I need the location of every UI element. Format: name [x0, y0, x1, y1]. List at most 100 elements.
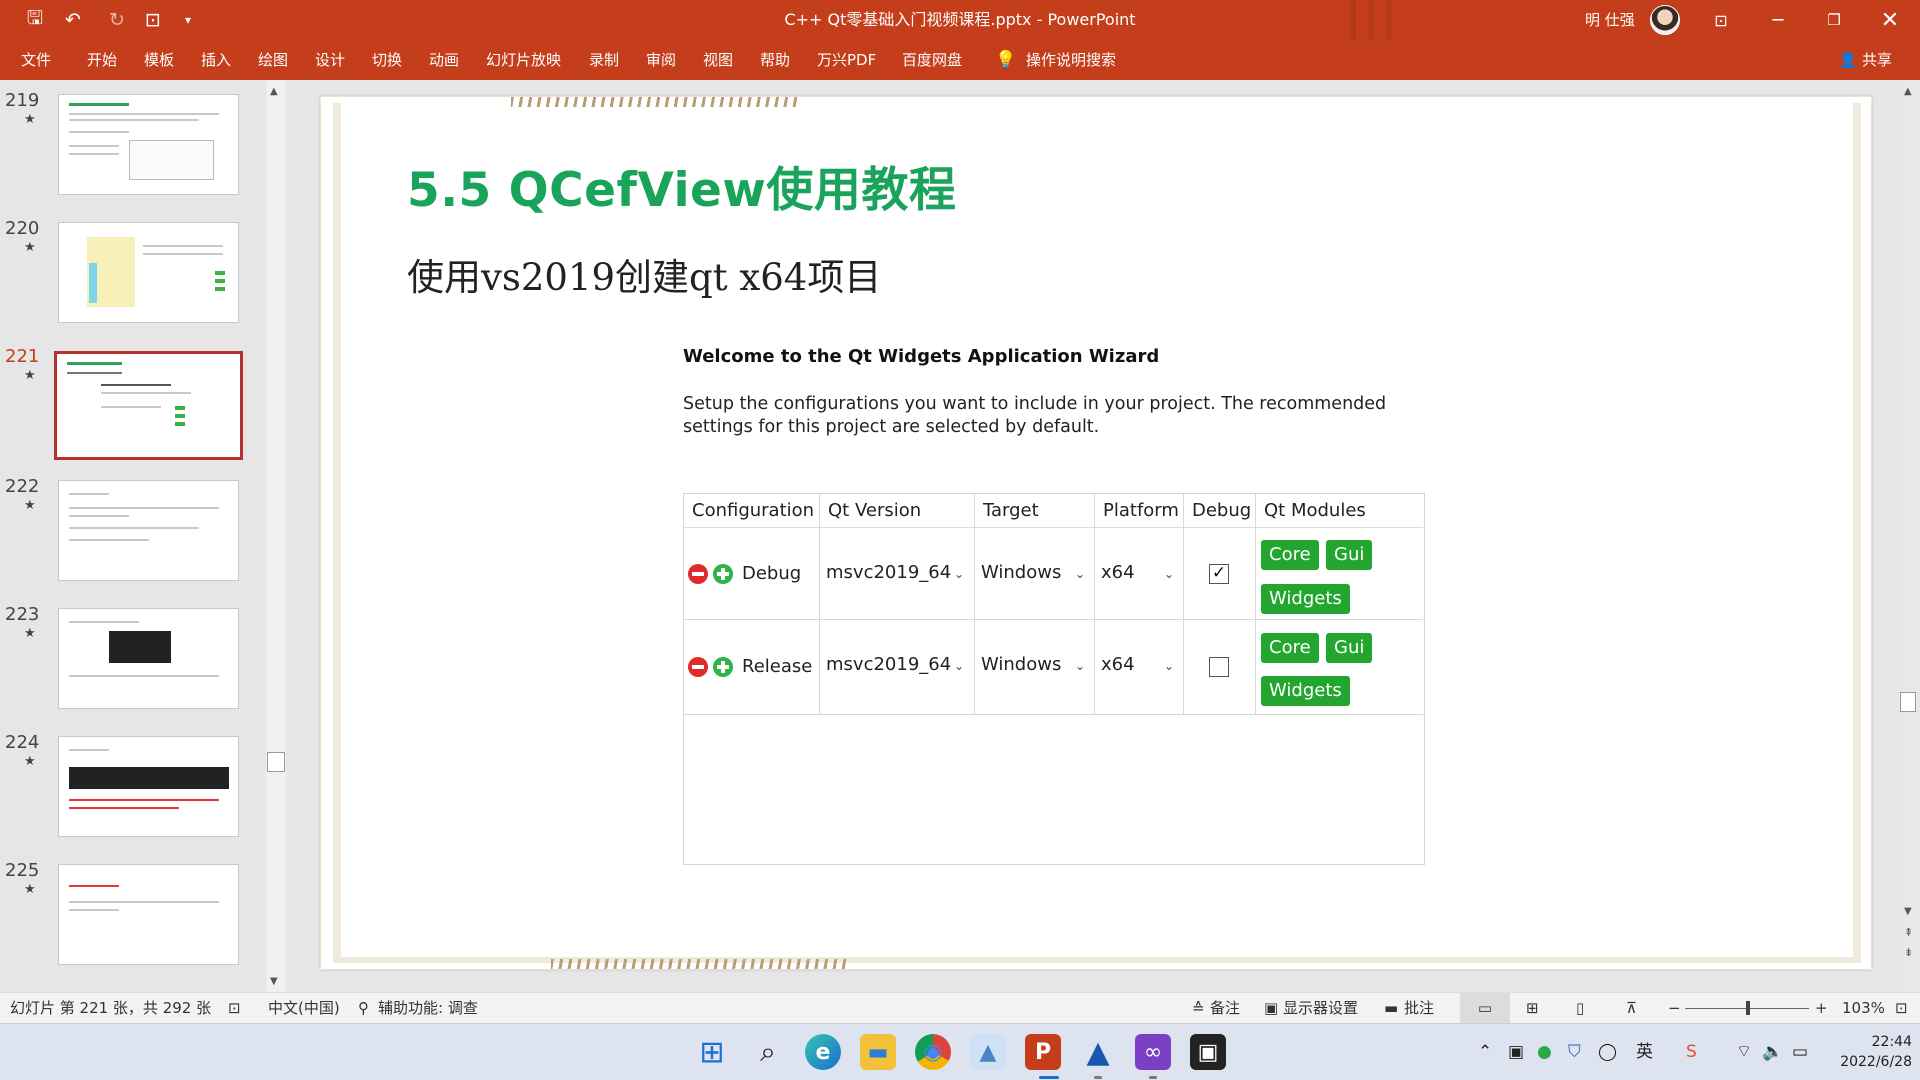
undo-icon[interactable]: ↶	[58, 0, 88, 40]
slide-sorter-icon[interactable]: ⊞	[1526, 993, 1539, 1024]
app-a-icon[interactable]: ▲	[1080, 1034, 1116, 1070]
tab-file[interactable]: 文件	[21, 40, 51, 80]
search-icon[interactable]: ⌕	[750, 1034, 786, 1070]
tab-help[interactable]: 帮助	[760, 40, 790, 80]
module-badge-gui[interactable]: Gui	[1326, 633, 1373, 663]
previous-slide-icon[interactable]: ⇞	[1904, 926, 1913, 939]
shield-tray-icon[interactable]: ⛉	[1568, 1024, 1581, 1080]
battery-icon[interactable]: ▭	[1792, 1024, 1808, 1080]
tab-templates[interactable]: 模板	[144, 40, 174, 80]
slide-thumbnail-221[interactable]	[54, 351, 243, 460]
module-badge-widgets[interactable]: Widgets	[1261, 584, 1350, 614]
platform-select[interactable]: x64	[1101, 654, 1135, 675]
tab-record[interactable]: 录制	[589, 40, 619, 80]
qt-version-select[interactable]: msvc2019_64	[826, 654, 951, 675]
ime-indicator[interactable]: 英	[1636, 1024, 1653, 1080]
debug-checkbox[interactable]	[1209, 657, 1229, 677]
zoom-out-button[interactable]: −	[1668, 993, 1681, 1024]
normal-view-icon[interactable]: ▭	[1460, 993, 1510, 1024]
redo-icon[interactable]: ↻	[102, 0, 132, 40]
slide-thumbnail-220[interactable]	[58, 222, 239, 323]
slide-counter[interactable]: 幻灯片 第 221 张，共 292 张	[10, 993, 211, 1024]
remove-config-icon[interactable]	[688, 657, 708, 677]
circle-tray-icon[interactable]: ◯	[1598, 1024, 1617, 1080]
slide-thumbnail-222[interactable]	[58, 480, 239, 581]
capture-app-icon[interactable]: ▣	[1190, 1034, 1226, 1070]
tell-me-search[interactable]: 操作说明搜索	[1026, 40, 1116, 80]
spell-check-icon[interactable]: ⊡	[228, 993, 241, 1024]
slide-scrollbar[interactable]: ▲ ▼ ⇞ ⇟	[1898, 80, 1920, 992]
thumbnail-scroll-thumb[interactable]	[267, 752, 285, 772]
chevron-down-icon[interactable]: ⌄	[1164, 567, 1174, 581]
clock[interactable]: 22:44 2022/6/28	[1824, 1032, 1912, 1072]
tab-draw[interactable]: 绘图	[258, 40, 288, 80]
avatar[interactable]	[1650, 5, 1680, 35]
zoom-in-button[interactable]: +	[1815, 993, 1828, 1024]
slide-thumbnail-225[interactable]	[58, 864, 239, 965]
reading-view-icon[interactable]: ▯	[1576, 993, 1584, 1024]
zoom-level[interactable]: 103%	[1842, 993, 1885, 1024]
scroll-up-icon[interactable]: ▲	[270, 86, 278, 97]
minimize-icon[interactable]: ─	[1750, 0, 1806, 40]
add-config-icon[interactable]	[713, 564, 733, 584]
share-button[interactable]: 👤 共享	[1839, 40, 1892, 80]
wechat-tray-icon[interactable]: ●	[1537, 1024, 1552, 1080]
tab-view[interactable]: 视图	[703, 40, 733, 80]
target-select[interactable]: Windows	[981, 562, 1061, 583]
tab-home[interactable]: 开始	[87, 40, 117, 80]
volume-icon[interactable]: 🔈	[1762, 1024, 1783, 1080]
module-badge-widgets[interactable]: Widgets	[1261, 676, 1350, 706]
qt-version-select[interactable]: msvc2019_64	[826, 562, 951, 583]
zoom-slider-thumb[interactable]	[1746, 1001, 1750, 1015]
tab-review[interactable]: 审阅	[646, 40, 676, 80]
comments-button[interactable]: 批注	[1404, 993, 1434, 1024]
module-badge-core[interactable]: Core	[1261, 540, 1319, 570]
debug-checkbox[interactable]: ✓	[1209, 564, 1229, 584]
notes-button[interactable]: 备注	[1210, 993, 1240, 1024]
windows-start-icon[interactable]: ⊞	[694, 1034, 730, 1070]
tab-animations[interactable]: 动画	[429, 40, 459, 80]
tab-slideshow[interactable]: 幻灯片放映	[486, 40, 561, 80]
display-settings-button[interactable]: 显示器设置	[1283, 993, 1358, 1024]
wifi-icon[interactable]: ⌔	[1736, 1024, 1752, 1080]
ribbon-display-icon[interactable]: ⊡	[1693, 0, 1749, 40]
close-icon[interactable]: ✕	[1862, 0, 1918, 40]
customize-icon[interactable]: ▾	[176, 0, 200, 40]
module-badge-gui[interactable]: Gui	[1326, 540, 1373, 570]
language-indicator[interactable]: 中文(中国)	[268, 993, 340, 1024]
tab-transitions[interactable]: 切换	[372, 40, 402, 80]
edge-icon[interactable]: e	[805, 1034, 841, 1070]
lightbulb-icon[interactable]: 💡	[995, 40, 1016, 80]
accessibility-status[interactable]: 辅助功能: 调查	[378, 993, 478, 1024]
slide-thumbnail-219[interactable]	[58, 94, 239, 195]
scroll-up-icon[interactable]: ▲	[1904, 86, 1912, 97]
fit-to-window-icon[interactable]: ⊡	[1895, 993, 1908, 1024]
chrome-icon[interactable]: ◉	[915, 1034, 951, 1070]
remove-config-icon[interactable]	[688, 564, 708, 584]
scroll-down-icon[interactable]: ▼	[1904, 906, 1912, 917]
chevron-down-icon[interactable]: ⌄	[1164, 659, 1174, 673]
file-explorer-icon[interactable]: ▬	[860, 1034, 896, 1070]
slide-scroll-thumb[interactable]	[1900, 692, 1916, 712]
slide-title[interactable]: 5.5 QCefView使用教程	[407, 151, 956, 220]
restore-icon[interactable]: ❐	[1806, 0, 1862, 40]
next-slide-icon[interactable]: ⇟	[1904, 946, 1913, 959]
platform-select[interactable]: x64	[1101, 562, 1135, 583]
slideshow-icon[interactable]: ⊼	[1626, 993, 1637, 1024]
module-badge-core[interactable]: Core	[1261, 633, 1319, 663]
save-icon[interactable]: 🖫	[20, 0, 50, 40]
chevron-down-icon[interactable]: ⌄	[1075, 659, 1085, 673]
tab-insert[interactable]: 插入	[201, 40, 231, 80]
tab-wondershare-pdf[interactable]: 万兴PDF	[817, 40, 876, 80]
photos-icon[interactable]: ▲	[970, 1034, 1006, 1070]
slide-thumbnail-224[interactable]	[58, 736, 239, 837]
camera-tray-icon[interactable]: ▣	[1508, 1024, 1524, 1080]
tab-design[interactable]: 设计	[315, 40, 345, 80]
slide-thumbnail-223[interactable]	[58, 608, 239, 709]
target-select[interactable]: Windows	[981, 654, 1061, 675]
tab-baidu-netdisk[interactable]: 百度网盘	[902, 40, 962, 80]
visual-studio-icon[interactable]: ∞	[1135, 1034, 1171, 1070]
show-hidden-icons-icon[interactable]: ⌃	[1478, 1024, 1492, 1080]
powerpoint-icon[interactable]: P	[1025, 1034, 1061, 1070]
sogou-tray-icon[interactable]: S	[1686, 1024, 1697, 1080]
